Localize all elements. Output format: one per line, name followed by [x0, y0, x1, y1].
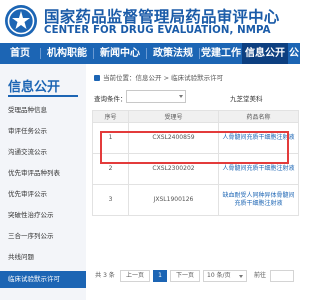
sidebar-item-shared-line[interactable]: 共线问题: [0, 249, 86, 266]
breadcrumb-text: 当前位置：信息公开 > 临床试验默示许可: [103, 74, 224, 82]
chevron-down-icon: [239, 275, 243, 278]
site-header: 国家药品监督管理局药品审评中心 CENTER FOR DRUG EVALUATI…: [0, 0, 300, 42]
chevron-down-icon: [179, 95, 183, 98]
page-size-value: 10 条/页: [207, 272, 231, 279]
sidebar-item-clinical-trial-permit[interactable]: 临床试验默示许可: [0, 271, 86, 288]
highlight-box: [100, 131, 289, 164]
nav-item-home[interactable]: 首页: [0, 43, 40, 64]
pagination-total: 共 3 条: [92, 270, 118, 282]
nav-item-functions[interactable]: 机构职能: [41, 43, 93, 64]
goto-page-input[interactable]: [270, 270, 294, 282]
main-nav: 首页 机构职能 新闻中心 政策法规 党建工作 信息公开 公: [0, 43, 300, 64]
sidebar-item-review-tasks[interactable]: 审评任务公示: [0, 123, 86, 140]
cell-drug-name: 缺血耐受人同种异体骨髓间充质干细胞注射液: [218, 184, 299, 216]
main-content: 当前位置：信息公开 > 临床试验默示许可 查询条件： 九芝堂美科 序号 受理号 …: [86, 64, 300, 300]
column-header-no: 序号: [92, 110, 129, 123]
table-header-row: 序号 受理号 药品名称: [92, 110, 299, 123]
nav-item-info-disclosure[interactable]: 信息公开: [242, 43, 288, 64]
goto-label: 前往: [252, 270, 268, 282]
sidebar-item-accepted-drugs[interactable]: 受理品种信息: [0, 102, 86, 119]
column-header-drug-name: 药品名称: [218, 110, 299, 123]
query-label: 查询条件：: [94, 95, 127, 103]
nav-item-policies[interactable]: 政策法规: [147, 43, 199, 64]
breadcrumb: 当前位置：信息公开 > 临床试验默示许可: [94, 72, 223, 82]
sidebar-item-three-in-one[interactable]: 三合一序列公示: [0, 228, 86, 245]
site-title-cn[interactable]: 国家药品监督管理局药品审评中心: [44, 5, 280, 27]
nav-item-news[interactable]: 新闻中心: [94, 43, 146, 64]
sidebar-heading: 信息公开: [8, 80, 61, 95]
sidebar-item-priority-list[interactable]: 优先审评品种列表: [0, 165, 86, 182]
sidebar: 信息公开 受理品种信息 审评任务公示 沟通交流公示 优先审评品种列表 优先审评公…: [0, 64, 86, 300]
column-header-accept-no: 受理号: [128, 110, 219, 123]
page-button-1[interactable]: 1: [153, 270, 167, 282]
sidebar-heading-underline: [8, 95, 78, 97]
nmpa-logo-icon[interactable]: [4, 4, 38, 38]
page-size-select[interactable]: 10 条/页: [203, 270, 247, 282]
location-icon: [94, 75, 100, 81]
cell-no: 3: [92, 184, 129, 216]
query-condition-select[interactable]: [126, 90, 186, 103]
query-keyword: 九芝堂美科: [230, 95, 263, 103]
nav-item-party[interactable]: 党建工作: [200, 43, 242, 64]
cell-accept-no: JXSL1900126: [128, 184, 219, 216]
sidebar-item-communication[interactable]: 沟通交流公示: [0, 144, 86, 161]
nav-item-truncated[interactable]: 公: [288, 43, 300, 64]
next-page-button[interactable]: 下一页: [170, 270, 200, 282]
prev-page-button[interactable]: 上一页: [120, 270, 150, 282]
site-title-en: CENTER FOR DRUG EVALUATION, NMPA: [44, 25, 271, 36]
table-row[interactable]: 3 JXSL1900126 缺血耐受人同种异体骨髓间充质干细胞注射液: [92, 184, 299, 216]
sidebar-item-priority-review[interactable]: 优先审评公示: [0, 186, 86, 203]
sidebar-item-breakthrough[interactable]: 突破性治疗公示: [0, 207, 86, 224]
